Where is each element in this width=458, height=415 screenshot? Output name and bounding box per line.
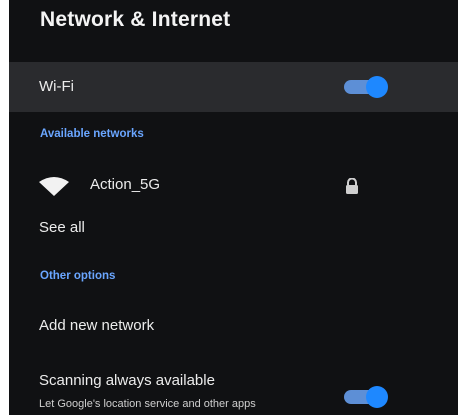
wifi-toggle[interactable] bbox=[344, 76, 388, 98]
wifi-row[interactable]: Wi-Fi bbox=[9, 62, 458, 112]
network-row-action-5g[interactable] bbox=[9, 162, 458, 208]
available-networks-header: Available networks bbox=[40, 128, 144, 140]
add-new-network-label: Add new network bbox=[39, 317, 155, 334]
scanning-label: Scanning always available bbox=[39, 372, 215, 389]
page-title: Network & Internet bbox=[40, 8, 231, 31]
see-all-row[interactable]: See all bbox=[9, 208, 458, 248]
add-new-network-row[interactable]: Add new network bbox=[9, 303, 458, 347]
wifi-label: Wi-Fi bbox=[39, 78, 74, 95]
lock-icon bbox=[346, 178, 358, 194]
settings-panel: Network & Internet Wi-Fi Available netwo… bbox=[9, 0, 458, 415]
wifi-signal-icon bbox=[39, 177, 69, 196]
scanning-toggle-knob bbox=[366, 386, 388, 408]
see-all-label: See all bbox=[39, 219, 85, 236]
network-name: Action_5G bbox=[90, 176, 161, 193]
wifi-toggle-knob bbox=[366, 76, 388, 98]
scanning-toggle[interactable] bbox=[344, 386, 388, 408]
other-options-header: Other options bbox=[40, 270, 116, 282]
screen: Network & Internet Wi-Fi Available netwo… bbox=[0, 0, 458, 415]
scanning-description: Let Google's location service and other … bbox=[39, 398, 256, 410]
